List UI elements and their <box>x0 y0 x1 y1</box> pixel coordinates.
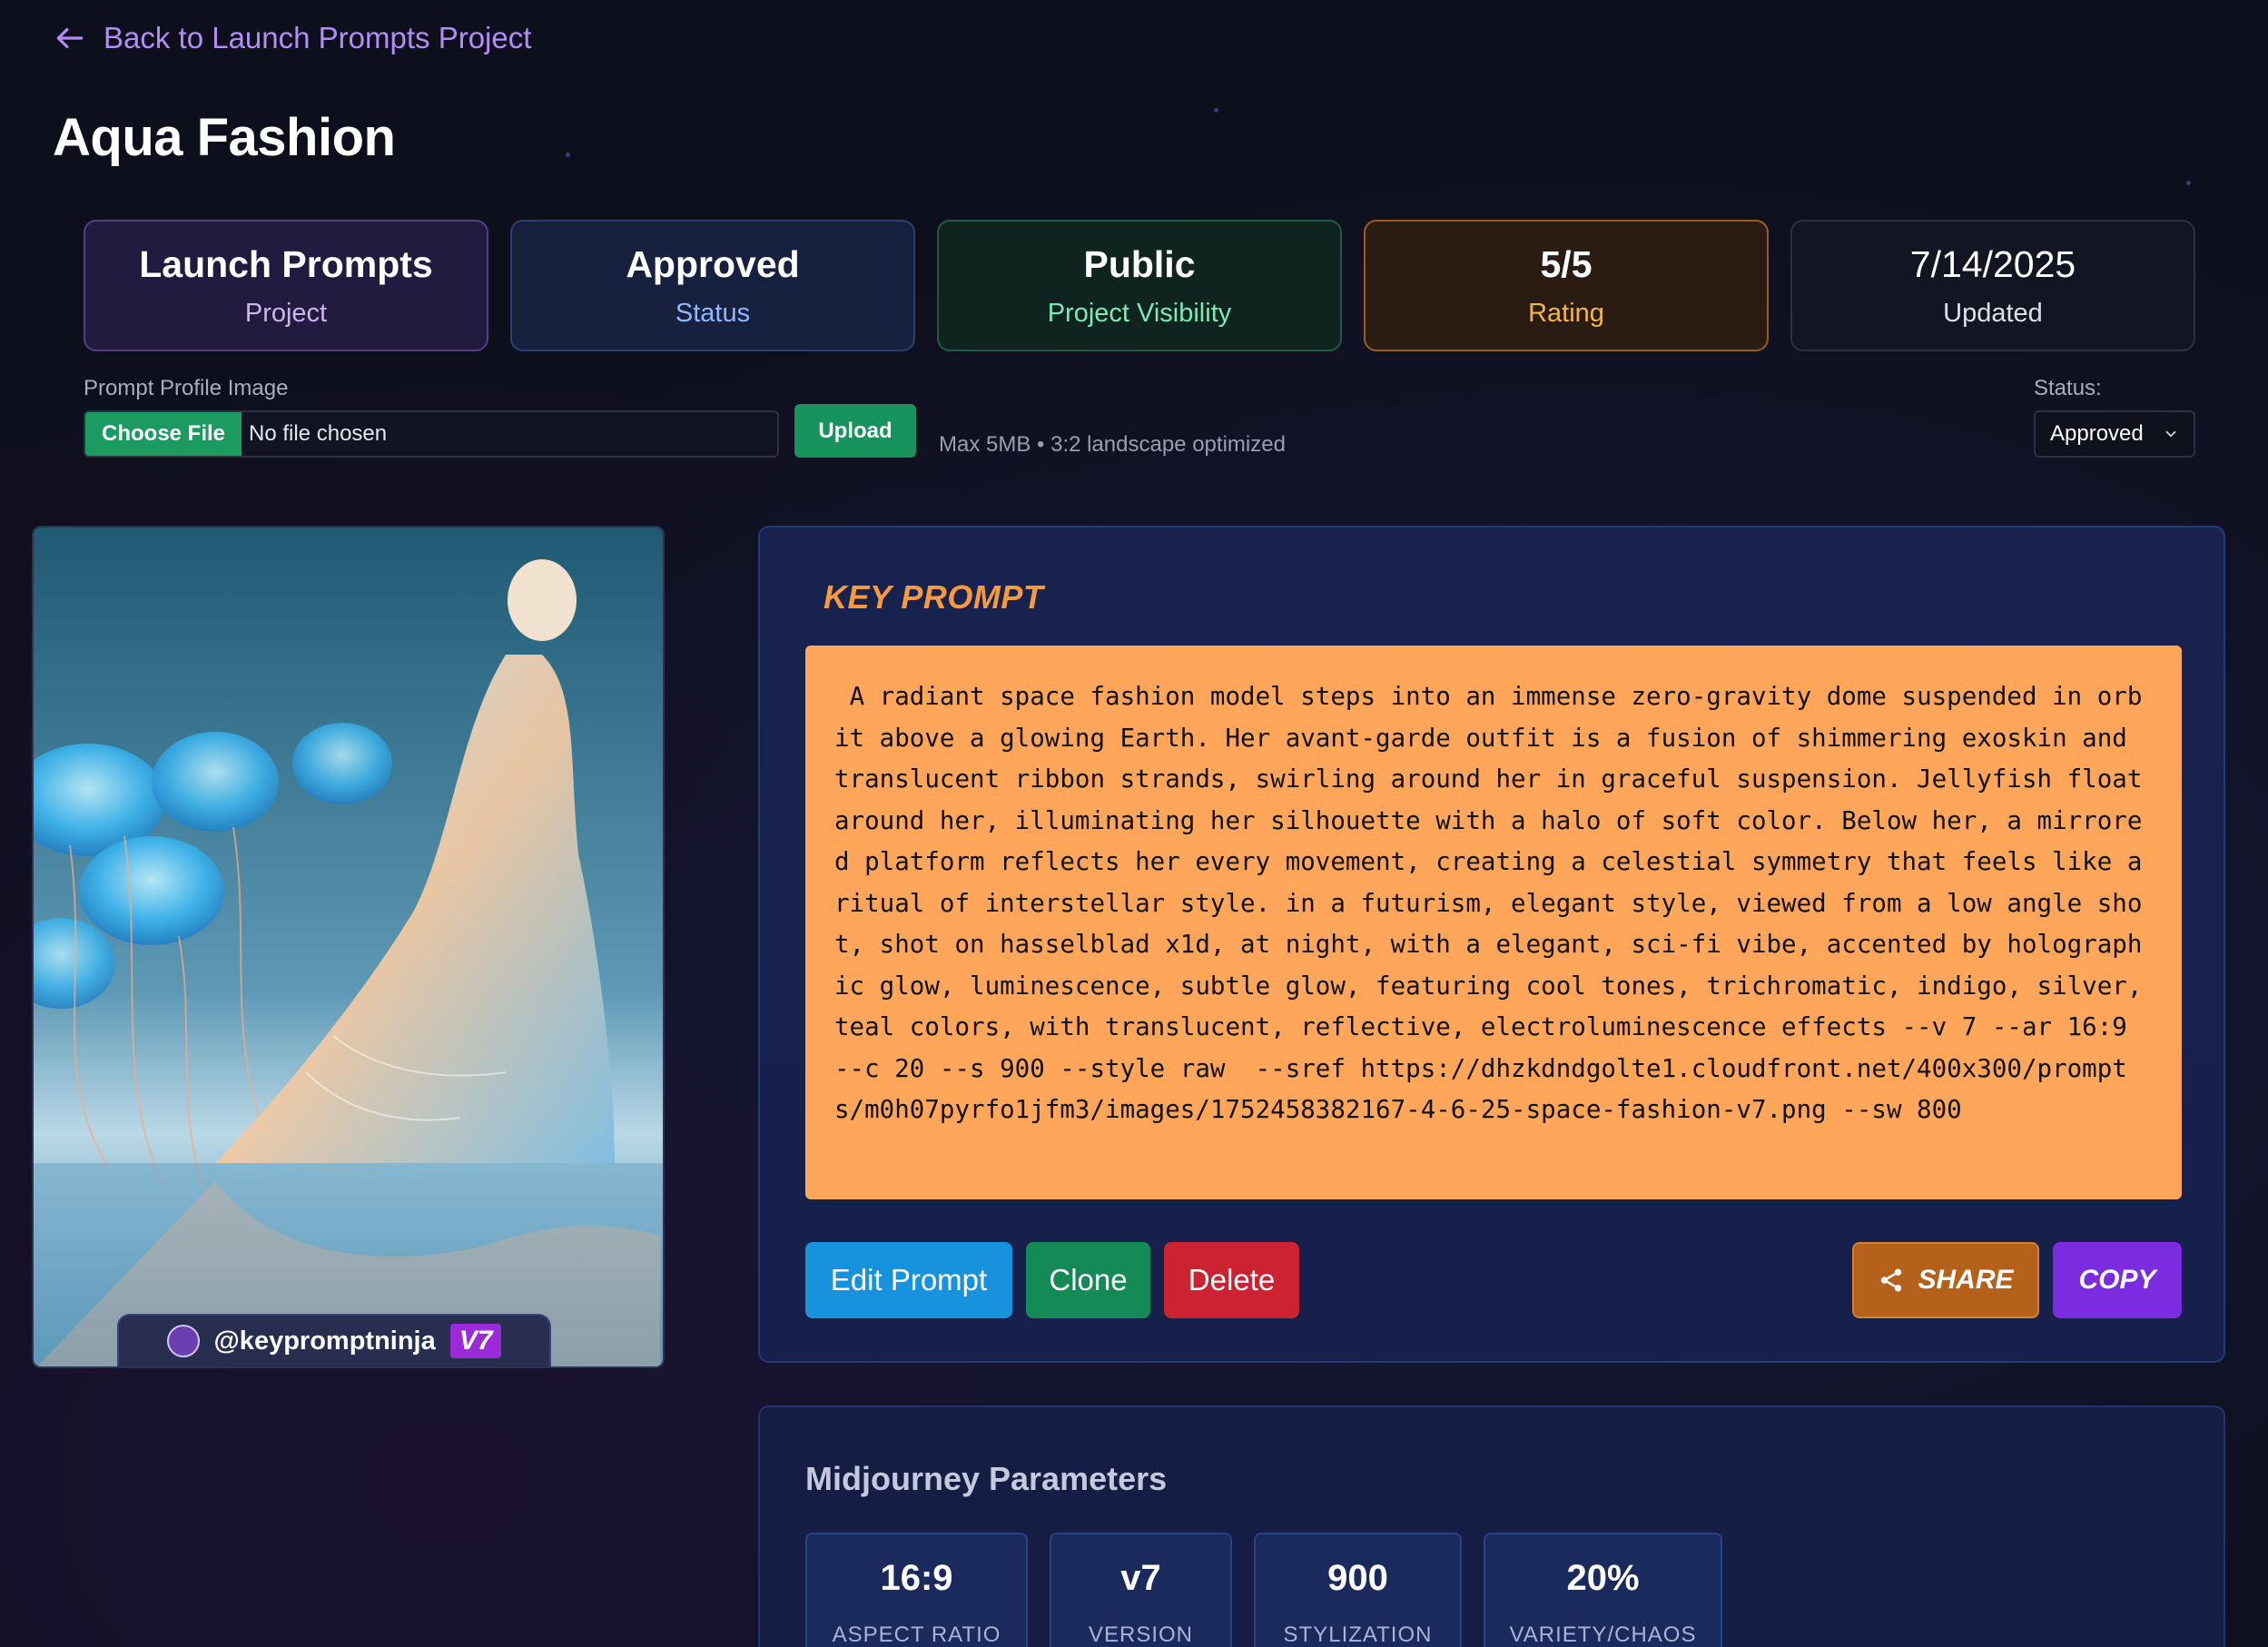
key-prompt-title: KEY PROMPT <box>823 578 1044 616</box>
midjourney-parameters-panel: Midjourney Parameters 16:9 ASPECT RATIO … <box>758 1405 2225 1647</box>
stat-value: Launch Prompts <box>139 242 433 285</box>
key-prompt-text: A radiant space fashion model steps into… <box>805 646 2182 1199</box>
stat-value: 5/5 <box>1540 242 1593 285</box>
image-watermark: @keypromptninja V7 <box>117 1314 551 1366</box>
status-select-label: Status: <box>2034 376 2102 400</box>
parameters-row: 16:9 ASPECT RATIO v7 VERSION 900 STYLIZA… <box>805 1533 1722 1647</box>
status-select-value: Approved <box>2050 421 2144 446</box>
stat-label: Project Visibility <box>1047 298 1232 328</box>
stat-value: Public <box>1083 242 1196 285</box>
param-label: VERSION <box>1088 1622 1194 1647</box>
stat-card-status: Approved Status <box>510 220 915 351</box>
stat-label: Updated <box>1943 298 2043 328</box>
stat-label: Status <box>675 298 751 328</box>
stat-value: Approved <box>626 242 800 285</box>
parameters-title: Midjourney Parameters <box>805 1460 1168 1497</box>
watermark-handle: @keypromptninja <box>213 1326 436 1356</box>
stats-row: Launch Prompts Project Approved Status P… <box>84 220 2195 351</box>
delete-button[interactable]: Delete <box>1164 1242 1299 1318</box>
watermark-badge: V7 <box>449 1324 502 1358</box>
share-button[interactable]: SHARE <box>1852 1242 2039 1318</box>
star-dot <box>1214 108 1218 113</box>
file-name-text: No file chosen <box>249 421 388 446</box>
param-value: v7 <box>1120 1558 1161 1598</box>
stat-label: Rating <box>1528 298 1604 328</box>
param-aspect-ratio: 16:9 ASPECT RATIO <box>805 1533 1028 1647</box>
param-variety-chaos: 20% VARIETY/CHAOS <box>1484 1533 1722 1647</box>
param-value: 900 <box>1327 1558 1388 1598</box>
prompt-image-card: @keypromptninja V7 <box>32 526 665 1368</box>
param-value: 20% <box>1566 1558 1640 1598</box>
stat-card-rating: 5/5 Rating <box>1364 220 1769 351</box>
key-prompt-panel: KEY PROMPT A radiant space fashion model… <box>758 526 2225 1363</box>
star-dot <box>2186 181 2191 185</box>
clone-button[interactable]: Clone <box>1026 1242 1150 1318</box>
page-title: Aqua Fashion <box>53 108 396 167</box>
chevron-down-icon <box>2165 430 2176 438</box>
upload-button[interactable]: Upload <box>794 404 916 458</box>
stat-card-updated: 7/14/2025 Updated <box>1790 220 2195 351</box>
param-version: v7 VERSION <box>1050 1533 1232 1647</box>
stat-card-project: Launch Prompts Project <box>84 220 488 351</box>
back-link[interactable]: Back to Launch Prompts Project <box>53 20 531 56</box>
file-input[interactable]: Choose File No file chosen <box>84 410 779 458</box>
prompt-image <box>34 528 663 1366</box>
param-label: STYLIZATION <box>1283 1622 1433 1647</box>
choose-file-button[interactable]: Choose File <box>85 412 242 456</box>
copy-button[interactable]: COPY <box>2053 1242 2182 1318</box>
param-value: 16:9 <box>880 1558 953 1598</box>
stat-label: Project <box>244 298 328 328</box>
param-label: VARIETY/CHAOS <box>1509 1622 1697 1647</box>
profile-image-label: Prompt Profile Image <box>84 376 289 400</box>
upload-hint: Max 5MB • 3:2 landscape optimized <box>939 432 1286 457</box>
param-label: ASPECT RATIO <box>832 1622 1001 1647</box>
share-button-label: SHARE <box>1918 1265 2014 1295</box>
status-select[interactable]: Approved <box>2034 410 2195 458</box>
star-dot <box>566 153 570 157</box>
stat-card-visibility: Public Project Visibility <box>937 220 1342 351</box>
share-icon <box>1881 1268 1902 1292</box>
back-link-label[interactable]: Back to Launch Prompts Project <box>104 21 531 55</box>
ninja-logo-icon <box>166 1325 200 1357</box>
param-stylization: 900 STYLIZATION <box>1254 1533 1462 1647</box>
edit-prompt-button[interactable]: Edit Prompt <box>805 1242 1012 1318</box>
arrow-left-icon <box>56 27 84 49</box>
stat-value: 7/14/2025 <box>1909 242 2076 285</box>
